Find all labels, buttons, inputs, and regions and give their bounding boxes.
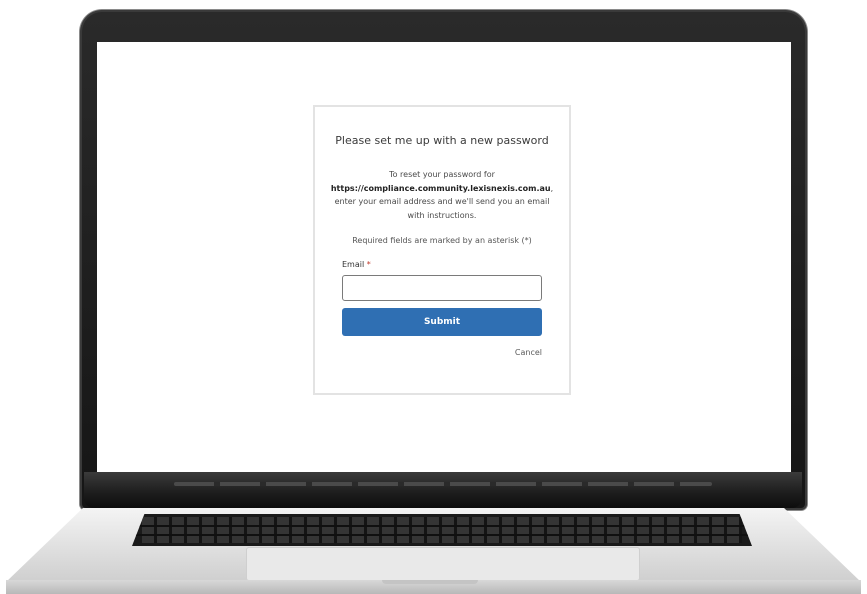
submit-button[interactable]: Submit — [342, 308, 542, 336]
reset-password-card: Please set me up with a new password To … — [313, 105, 571, 395]
cancel-link[interactable]: Cancel — [515, 348, 542, 357]
laptop-lower-bezel — [84, 472, 802, 508]
card-title: Please set me up with a new password — [335, 134, 549, 147]
community-url: https://compliance.community.lexisnexis.… — [330, 183, 551, 193]
keyboard-keys — [142, 517, 742, 543]
email-field[interactable] — [342, 275, 542, 301]
laptop-screen: Please set me up with a new password To … — [97, 42, 791, 472]
trackpad — [246, 547, 640, 581]
hinge-line — [174, 482, 712, 486]
instructions-prefix: To reset your password for — [389, 170, 495, 179]
keyboard-row-gap — [132, 525, 752, 527]
lid-open-notch — [382, 580, 478, 584]
laptop-base-lip — [6, 580, 861, 594]
keyboard-row-gap — [132, 534, 752, 536]
laptop-mockup: Please set me up with a new password To … — [0, 0, 867, 594]
keyboard — [132, 514, 752, 546]
email-label: Email * — [342, 260, 371, 269]
required-fields-note: Required fields are marked by an asteris… — [352, 236, 532, 245]
instructions-text: To reset your password for https://compl… — [325, 168, 559, 222]
email-label-text: Email — [342, 260, 365, 269]
required-asterisk: * — [366, 260, 371, 269]
